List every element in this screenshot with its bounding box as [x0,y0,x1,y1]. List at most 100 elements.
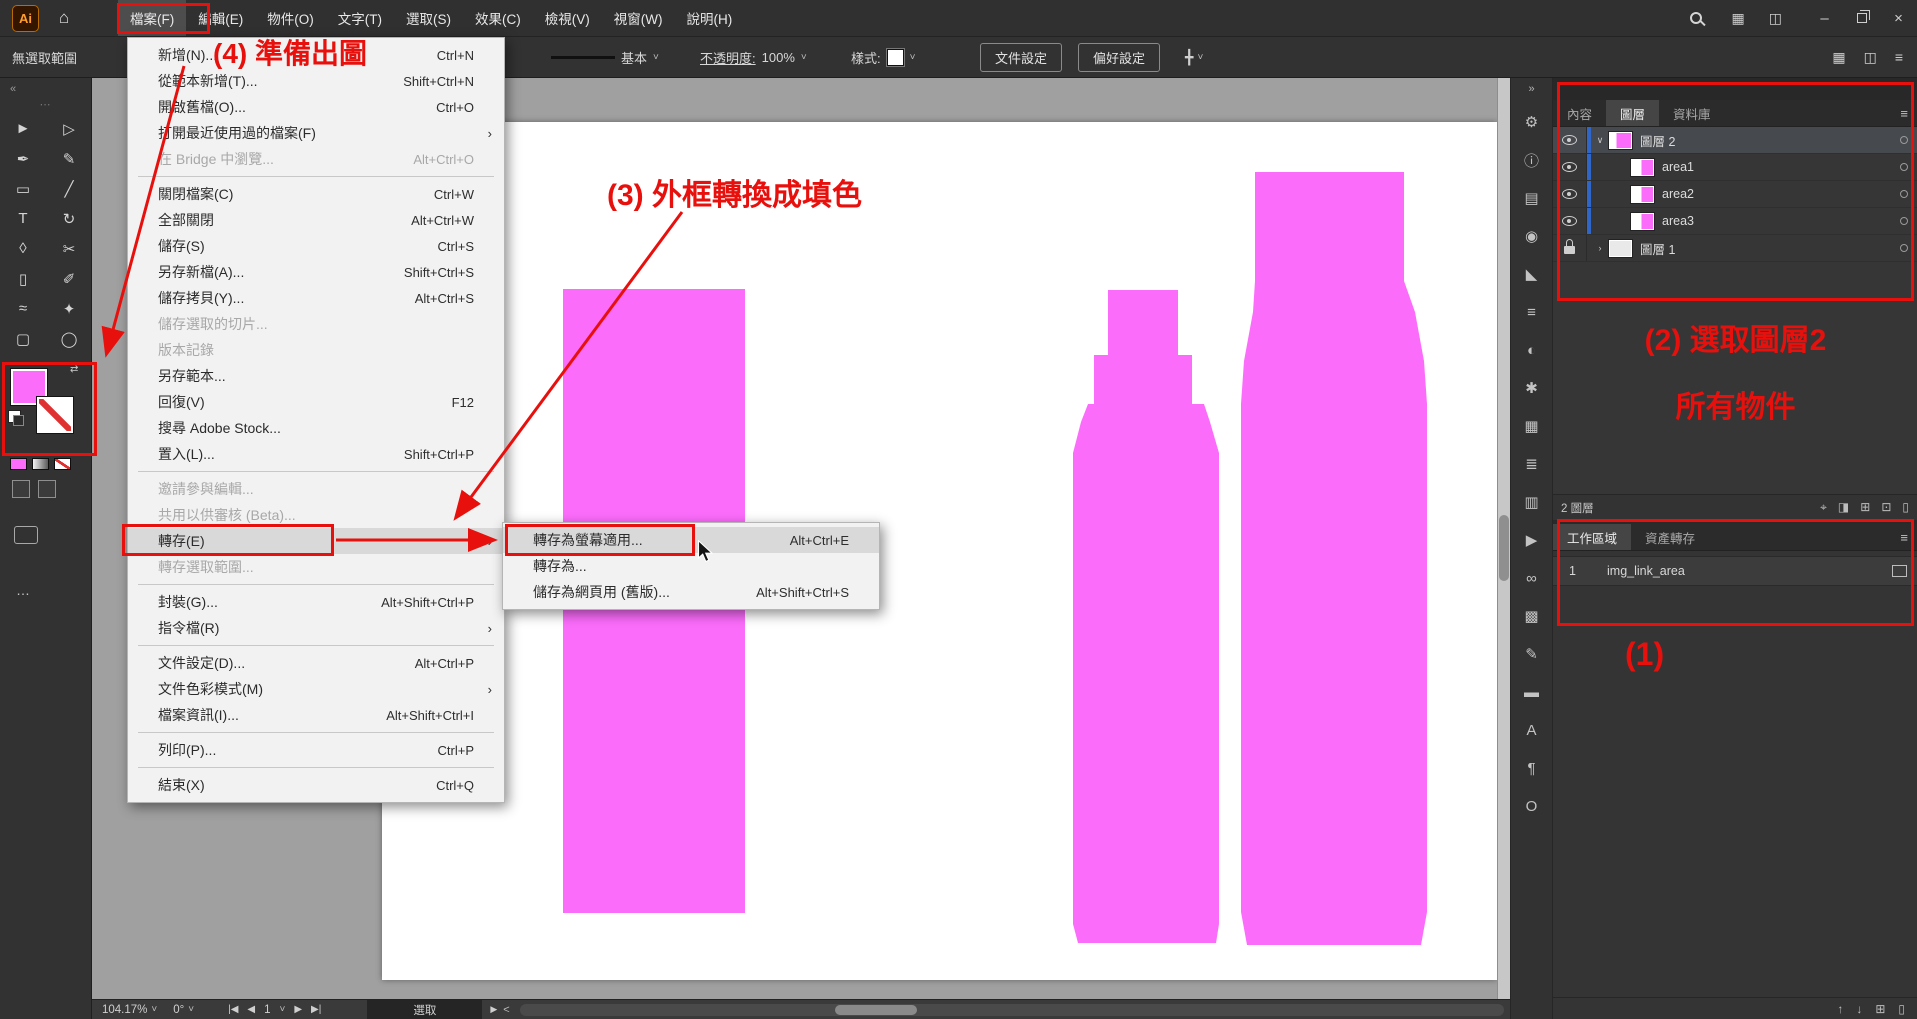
scissors-tool[interactable]: ✂ [56,238,82,259]
layer-name[interactable]: area2 [1662,187,1694,201]
file-menu-item[interactable]: 文件色彩模式(M) › [128,676,504,702]
color-mode-button[interactable] [10,458,27,470]
swatches-panel-icon[interactable]: ▦ [1511,407,1552,445]
layer-row[interactable]: ∨ 圖層 2 [1553,127,1917,154]
menu-view[interactable]: 檢視(V) [533,0,602,36]
visibility-toggle[interactable] [1553,235,1587,261]
visibility-toggle[interactable] [1553,208,1587,234]
artboard-tool[interactable]: ▢ [10,328,36,349]
rectangle-tool[interactable]: ▭ [10,178,36,199]
stroke-color-swatch[interactable] [36,396,74,434]
tab-libraries[interactable]: 資料庫 [1659,100,1725,126]
file-menu-item[interactable]: 另存新檔(A)... Shift+Ctrl+S [128,259,504,285]
file-menu-item[interactable]: 打開最近使用過的檔案(F) › [128,120,504,146]
visibility-toggle[interactable] [1553,127,1587,153]
file-menu-item[interactable]: 儲存(S) Ctrl+S [128,233,504,259]
opacity-control[interactable]: 不透明度: 100% ˅ [700,37,807,77]
artboard-row-name[interactable]: img_link_area [1607,564,1685,578]
new-artboard-icon[interactable]: ⊞ [1875,1002,1885,1016]
layer-name[interactable]: 圖層 1 [1640,239,1675,258]
delete-layer-icon[interactable]: ▯ [1902,500,1909,515]
opacity-label[interactable]: 不透明度: [700,48,756,67]
swap-fill-stroke-icon[interactable]: ⇄ [70,364,78,375]
collapse-tools-icon[interactable]: « [10,83,16,95]
target-circle-icon[interactable] [1900,217,1908,225]
tab-properties[interactable]: 內容 [1553,100,1606,126]
stroke-panel-icon[interactable]: ≡ [1511,293,1552,331]
preferences-button[interactable]: 偏好設定 [1078,43,1160,72]
export-submenu-item[interactable]: 轉存為螢幕適用... Alt+Ctrl+E [503,527,879,553]
gradient-panel-icon[interactable]: ▬ [1511,673,1552,711]
panel-drag-strip[interactable] [1553,78,1917,100]
file-menu-item[interactable]: 新增(N)... Ctrl+N [128,42,504,68]
rotation-value[interactable]: 0° [173,1004,184,1016]
layer-name[interactable]: 圖層 2 [1640,131,1675,150]
stroke-style-dropdown[interactable]: 基本 ˅ [551,37,659,77]
new-layer-icon[interactable]: ⊡ [1881,500,1891,515]
target-circle-icon[interactable] [1900,163,1908,171]
export-submenu-item[interactable]: 儲存為網頁用 (舊版)... Alt+Shift+Ctrl+S [503,579,879,605]
export-submenu-item[interactable]: 轉存為... [503,553,879,579]
file-menu-item[interactable]: 在 Bridge 中瀏覽... Alt+Ctrl+O [128,146,504,172]
file-menu-item[interactable]: 封裝(G)... Alt+Shift+Ctrl+P [128,589,504,615]
eraser-tool[interactable]: ◊ [10,238,36,259]
file-menu-item[interactable]: 從範本新增(T)... Shift+Ctrl+N [128,68,504,94]
line-tool[interactable]: ╱ [56,178,82,199]
file-menu-item[interactable]: 轉存(E) › [128,528,504,554]
direct-selection-tool[interactable]: ▷ [56,118,82,139]
panel-menu-icon[interactable]: ≡ [1891,524,1917,550]
arrange-documents-icon[interactable]: ◫ [1769,10,1782,27]
eyedropper-tool[interactable]: ✐ [56,268,82,289]
chevron-down-icon[interactable]: ˅ [188,1004,194,1015]
vertical-scrollbar[interactable] [1497,78,1510,999]
zoom-level-value[interactable]: 104.17% [102,1004,147,1016]
expand-panels-icon[interactable]: » [1528,83,1534,95]
layer-name[interactable]: area3 [1662,214,1694,228]
restore-button[interactable] [1843,0,1880,36]
zoom-tool[interactable]: ◯ [56,328,82,349]
magenta-bottle-middle[interactable] [1073,290,1219,943]
pen-tool[interactable]: ✒ [10,148,36,169]
horizontal-scrollbar-thumb[interactable] [835,1005,917,1015]
chevron-down-icon[interactable]: ˅ [151,1004,157,1015]
blend-tool[interactable]: ≈ [10,298,36,319]
layer-row[interactable]: › 圖層 1 [1553,235,1917,262]
previous-artboard-button[interactable]: ◀ [247,1004,255,1015]
file-menu-item[interactable]: 另存範本... [128,363,504,389]
links-panel-icon[interactable]: ∞ [1511,559,1552,597]
target-circle-icon[interactable] [1900,244,1908,252]
file-menu-item[interactable]: 開啟舊檔(O)... Ctrl+O [128,94,504,120]
default-fill-stroke-icon[interactable] [8,410,21,423]
color-guide-icon[interactable]: ◉ [1511,217,1552,255]
file-menu-item[interactable]: 回復(V) F12 [128,389,504,415]
tab-layers[interactable]: 圖層 [1606,100,1659,126]
align-dropdown[interactable]: ╋ ˅ [1185,37,1203,77]
file-menu-item[interactable]: 轉存選取範圍... [128,554,504,580]
move-artboard-up-icon[interactable]: ↑ [1837,1002,1843,1016]
file-menu-item[interactable] [128,467,504,476]
gear-icon[interactable]: ⚙ [1511,103,1552,141]
panel-menu-icon[interactable]: ≡ [1891,100,1917,126]
status-back-icon[interactable]: ˂ [503,1004,509,1016]
symbol-sprayer-tool[interactable]: ✦ [56,298,82,319]
artboard-row[interactable]: 1 img_link_area [1553,556,1917,586]
file-menu-item[interactable] [128,763,504,772]
selection-tool[interactable]: ► [10,118,36,139]
status-play-icon[interactable]: ▶ [490,1004,497,1015]
appearance-panel-icon[interactable]: ✱ [1511,369,1552,407]
layer-row[interactable]: area2 [1553,181,1917,208]
workspace-switcher-icon[interactable]: ▦ [1732,10,1745,27]
close-button[interactable]: × [1880,0,1917,36]
rotation-dropdown[interactable]: 0° ˅ [173,1004,194,1016]
last-artboard-button[interactable]: ▶| [311,1004,321,1015]
layer-row[interactable]: area3 [1553,208,1917,235]
file-menu-item[interactable]: 檔案資訊(I)... Alt+Shift+Ctrl+I [128,702,504,728]
file-menu-item[interactable]: 共用以供審核 (Beta)... [128,502,504,528]
none-mode-button[interactable] [54,458,71,470]
search-icon[interactable] [1690,12,1702,24]
opentype-panel-icon[interactable]: O [1511,787,1552,825]
file-menu-item[interactable]: 列印(P)... Ctrl+P [128,737,504,763]
control-menu-icon[interactable]: ≡ [1895,49,1903,65]
image-trace-icon[interactable]: ✎ [1511,635,1552,673]
actions-panel-icon[interactable]: ▶ [1511,521,1552,559]
